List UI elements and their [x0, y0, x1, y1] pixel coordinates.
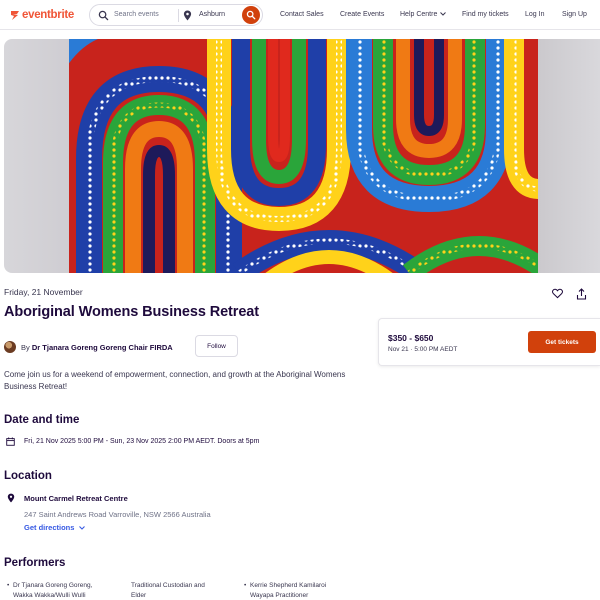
search-divider — [178, 9, 179, 22]
chevron-down-icon — [440, 12, 447, 16]
nav-find-my-tickets[interactable]: Find my tickets — [462, 11, 509, 18]
nav-create-events[interactable]: Create Events — [340, 11, 384, 18]
organizer-name[interactable]: Dr Tjanara Goreng Goreng Chair FIRDA — [32, 343, 173, 352]
ticket-price-range: $350 - $650 — [388, 333, 434, 343]
performer-item: • Kerrie Shepherd Kamilaroi Wayapa Pract… — [244, 581, 327, 600]
eventbrite-logo[interactable]: eventbrite — [10, 8, 74, 22]
ticket-card: $350 - $650 Nov 21 · 5:00 PM AEDT Get ti… — [378, 318, 600, 366]
nav-log-in[interactable]: Log In — [525, 11, 544, 18]
location-input[interactable]: Ashburn — [199, 11, 225, 18]
performers-heading: Performers — [4, 557, 66, 569]
get-directions-link[interactable]: Get directions — [24, 523, 85, 532]
organizer-avatar[interactable] — [4, 341, 16, 353]
organizer-row: By Dr Tjanara Goreng Goreng Chair FIRDA — [4, 340, 173, 354]
performer-line: Elder — [131, 592, 147, 599]
organizer-byline: By Dr Tjanara Goreng Goreng Chair FIRDA — [21, 343, 173, 352]
performer-line: Traditional Custodian and — [131, 582, 205, 589]
nav-contact-sales[interactable]: Contact Sales — [280, 11, 324, 18]
search-bar: Search events Ashburn — [89, 4, 263, 26]
eventbrite-logo-icon — [11, 11, 19, 20]
chevron-down-icon — [78, 526, 85, 530]
nav-sign-up[interactable]: Sign Up — [562, 11, 587, 18]
top-navigation-bar: eventbrite Search events Ashburn Contact… — [0, 0, 600, 30]
map-pin-icon — [183, 10, 192, 21]
aboriginal-dot-painting — [69, 39, 538, 273]
search-input[interactable]: Search events — [114, 11, 159, 18]
search-submit-button[interactable] — [242, 6, 260, 24]
venue-name: Mount Carmel Retreat Centre — [24, 494, 128, 503]
organizer-prefix: By — [21, 342, 30, 352]
get-directions-label: Get directions — [24, 523, 75, 532]
performer-line: Wakka Wakka/Wulli Wulli — [13, 592, 86, 599]
performer-item: Traditional Custodian and Elder — [131, 581, 205, 600]
bullet: • — [7, 582, 10, 589]
event-title: Aboriginal Womens Business Retreat — [4, 304, 259, 320]
get-tickets-button[interactable]: Get tickets — [528, 331, 596, 353]
date-time-heading: Date and time — [4, 414, 80, 426]
performer-line: Kerrie Shepherd Kamilaroi — [250, 582, 327, 589]
follow-button[interactable]: Follow — [195, 335, 238, 357]
ticket-datetime: Nov 21 · 5:00 PM AEDT — [388, 346, 458, 353]
map-pin-icon — [7, 493, 15, 503]
bullet: • — [244, 582, 247, 589]
performer-item: • Dr Tjanara Goreng Goreng, Wakka Wakka/… — [7, 581, 93, 600]
performer-line: Wayapa Practitioner — [250, 592, 309, 599]
heart-icon[interactable] — [552, 288, 563, 299]
share-icon[interactable] — [576, 288, 587, 300]
calendar-icon — [6, 437, 15, 446]
search-icon — [98, 10, 109, 21]
logo-text: eventbrite — [22, 9, 74, 21]
event-hero-image — [69, 39, 538, 273]
event-date-label: Friday, 21 November — [4, 287, 83, 297]
event-datetime-range: Fri, 21 Nov 2025 5:00 PM - Sun, 23 Nov 2… — [24, 438, 260, 445]
venue-address: 247 Saint Andrews Road Varroville, NSW 2… — [24, 510, 211, 519]
nav-help-centre[interactable]: Help Centre — [400, 11, 447, 18]
event-summary: Come join us for a weekend of empowermen… — [4, 370, 346, 391]
search-icon — [246, 10, 256, 20]
nav-help-centre-label: Help Centre — [400, 11, 438, 18]
location-heading: Location — [4, 470, 52, 482]
performer-line: Dr Tjanara Goreng Goreng, — [13, 582, 93, 589]
